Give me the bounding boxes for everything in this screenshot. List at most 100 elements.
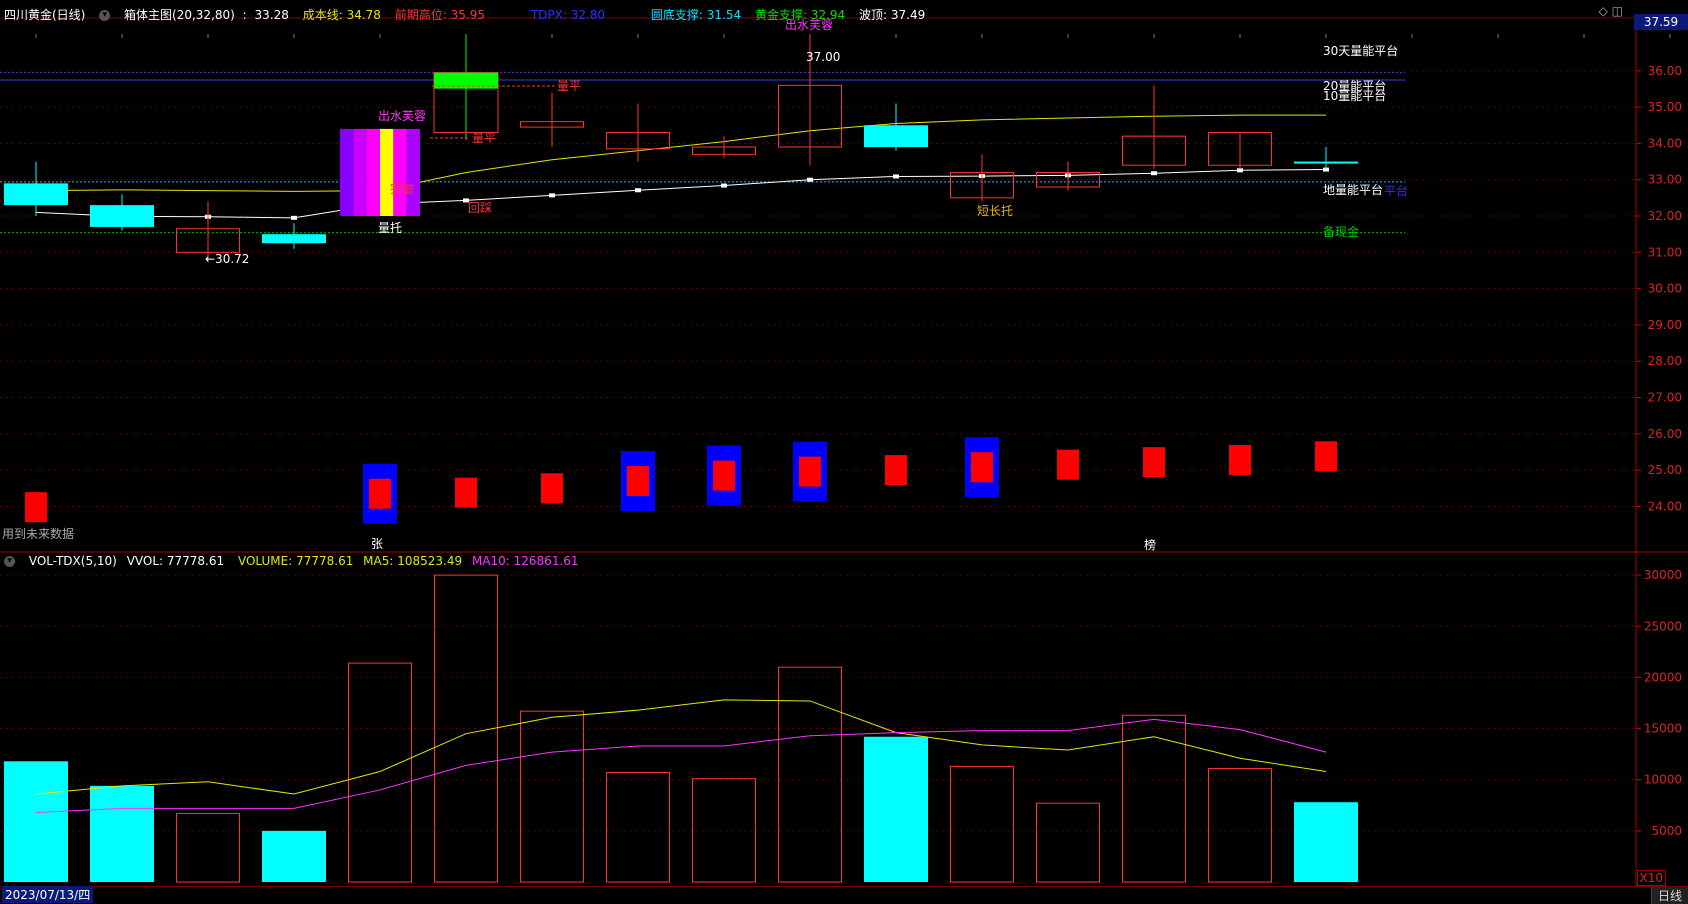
signal-block-red (1057, 449, 1079, 480)
huicai-label: 回踩 (468, 201, 492, 215)
breakout-candle-stripe (380, 128, 394, 217)
signal-block-red (885, 455, 907, 486)
volume-bar (606, 772, 670, 883)
volume-bar (434, 574, 498, 883)
avg-price-dot (635, 188, 641, 193)
price-tick-label: 25.00 (1648, 463, 1682, 477)
price-tick-label: 32.00 (1648, 209, 1682, 223)
volume-ma10-line (35, 718, 1327, 813)
avg-price-dot (291, 215, 297, 220)
volume-bar (778, 666, 842, 883)
volume-bar (950, 765, 1014, 883)
avg-price-line (35, 169, 1327, 219)
candle-body (90, 205, 154, 227)
volume-bar (692, 778, 756, 883)
window-controls: ◇ ◫ (1599, 4, 1623, 18)
main-indicator-value: 33.28 (254, 8, 289, 22)
main-header: 四川黄金(日线) ▾ 箱体主图(20,32,80) : 33.28 成本线: 3… (4, 8, 926, 22)
low-price-label: ←30.72 (205, 252, 249, 266)
volume-bar (1036, 802, 1100, 883)
volume-bar (176, 812, 240, 883)
avg-price-dot (893, 174, 899, 179)
signal-block-red (1315, 441, 1337, 472)
vol-indicator-name[interactable]: VOL-TDX(5,10) (29, 554, 117, 568)
liangping-label-2: 量平 (472, 131, 496, 145)
candle-body (864, 125, 928, 148)
avg-price-dot (807, 177, 813, 182)
platform-10-label: 10量能平台 (1323, 88, 1386, 103)
period-button[interactable]: 日线 (1650, 887, 1688, 904)
signal-block-red (799, 456, 821, 487)
breakout-candle-stripe (393, 128, 407, 217)
signal-block-red (25, 492, 47, 523)
price-tick-label: 29.00 (1648, 318, 1682, 332)
avg-price-dot (1237, 168, 1243, 173)
price-tick-label: 34.00 (1648, 136, 1682, 150)
signal-block-red (627, 466, 649, 497)
duanchangtuo-label: 短长托 (977, 204, 1013, 218)
volume-tick-label: 20000 (1644, 670, 1682, 684)
current-price-box: 37.59 (1634, 14, 1688, 30)
liangtuo-label: 量托 (378, 221, 402, 235)
candle-body (4, 183, 68, 206)
volume-bar (1208, 767, 1272, 883)
price-tick-label: 31.00 (1648, 245, 1682, 259)
candle-body (1294, 161, 1358, 164)
indicator-menu-icon[interactable]: ▾ (99, 10, 111, 21)
vvol-value: VVOL: 77778.61 (126, 554, 225, 568)
zhang-marker: 张 (371, 537, 383, 551)
main-indicator-name[interactable]: 箱体主图(20,32,80) (124, 8, 235, 22)
volume-header: ▾ VOL-TDX(5,10) VVOL: 77778.61 VOLUME: 7… (4, 554, 589, 568)
candle-body (262, 234, 326, 244)
price-tick-label: 33.00 (1648, 173, 1682, 187)
signal-block-red (369, 478, 391, 509)
high-price-label: 37.00 (806, 50, 840, 64)
price-tick-label: 30.00 (1648, 282, 1682, 296)
breakout-candle-stripe (353, 128, 367, 217)
volume-bar (864, 736, 928, 882)
breakout-candle-stripe (340, 128, 354, 217)
bang-marker: 榜 (1144, 537, 1156, 552)
volume-tick-label: 5000 (1651, 824, 1682, 838)
round-support-value: 圆底支撑: 31.54 (650, 8, 742, 22)
chushui-label: 出水芙蓉 (378, 109, 426, 123)
future-data-note: 用到未来数据 (2, 527, 75, 541)
ground-platform-extra-label: 平台 (1384, 183, 1408, 198)
volume-bar (4, 761, 68, 882)
volume-tick-label: 25000 (1644, 619, 1682, 633)
window-restore-icon[interactable]: ◫ (1612, 4, 1623, 18)
volume-bar (1294, 802, 1358, 882)
stock-title[interactable]: 四川黄金(日线) (4, 8, 85, 22)
price-tick-label: 24.00 (1648, 499, 1682, 513)
cursor-date: 2023/07/13/四 (2, 886, 94, 903)
bottom-bar (0, 886, 1688, 904)
ground-platform-label: 地量能平台 (1323, 182, 1383, 197)
price-tick-label: 27.00 (1648, 391, 1682, 405)
volume-bar (262, 830, 326, 882)
breakout-candle-stripe (406, 128, 420, 217)
volume-bar (520, 710, 584, 883)
tupo-label: 突破 (390, 181, 414, 196)
signal-block-red (1143, 447, 1165, 478)
chart-canvas[interactable]: 36.00 35.00 34.00 33.00 32.00 31.00 30.00 29.00… (0, 0, 1688, 904)
tdpx-value: TDPX: 32.80 (530, 8, 606, 22)
price-tick-label: 28.00 (1648, 354, 1682, 368)
platform-30-label: 30天量能平台 (1323, 43, 1398, 58)
cost-line-value: 成本线: 34.78 (302, 8, 381, 22)
volume-tick-label: 10000 (1644, 773, 1682, 787)
ma5-value: MA5: 108523.49 (363, 554, 463, 568)
signal-block-red (713, 460, 735, 491)
wave-top-value: 波顶: 37.49 (859, 8, 926, 22)
diamond-icon[interactable]: ◇ (1599, 4, 1608, 18)
volume-tick-label: 15000 (1644, 722, 1682, 736)
signal-block-red (971, 452, 993, 483)
signal-block-red (541, 473, 563, 504)
vol-menu-icon[interactable]: ▾ (4, 556, 15, 567)
gold-support-value: 黄金支撑: 32.94 (754, 8, 846, 22)
price-tick-label: 36.00 (1648, 64, 1682, 78)
liangping-label-1: 量平 (557, 79, 581, 93)
volume-value: VOLUME: 77778.61 (237, 554, 354, 568)
ma10-value: MA10: 126861.61 (471, 554, 579, 568)
breakout-candle-stripe (366, 128, 380, 217)
volume-tick-label: 30000 (1644, 568, 1682, 582)
